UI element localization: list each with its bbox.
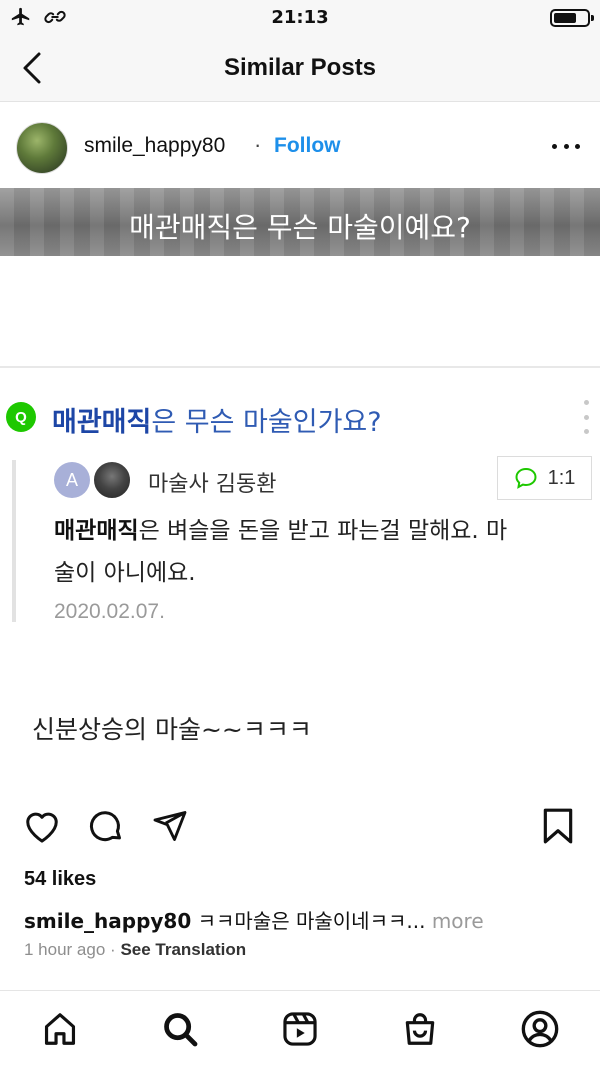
answer-text: 매관매직은 벼슬을 돈을 받고 파는걸 말해요. 마술이 아니에요. (54, 510, 594, 594)
answer-line2: 술이 아니에요. (54, 560, 196, 586)
answer-line1: 은 벼슬을 돈을 받고 파는걸 말해요. 마 (138, 518, 508, 544)
see-translation-link[interactable]: See Translation (120, 940, 246, 959)
avatar[interactable] (16, 122, 68, 174)
answer-keyword: 매관매직 (54, 518, 139, 544)
shop-icon[interactable] (400, 1009, 440, 1049)
time-ago: 1 hour ago (24, 940, 106, 959)
banner-text: 매관매직은 무슨 마술이예요? (129, 211, 471, 244)
question-badge: Q (6, 402, 36, 432)
status-time: 21:13 (271, 7, 329, 28)
page-title: Similar Posts (223, 54, 377, 81)
caption-text: ㅋㅋ마술은 마술이네ㅋㅋ... (197, 909, 426, 933)
image-caption: 신분상승의 마술~~ㅋㅋㅋ (32, 715, 312, 744)
divider (0, 366, 600, 368)
post-caption: smile_happy80 ㅋㅋ마술은 마술이네ㅋㅋ... more (24, 905, 484, 934)
home-icon[interactable] (40, 1009, 80, 1049)
chat-bubble-icon (515, 467, 537, 489)
follow-button[interactable]: Follow (274, 134, 341, 158)
comment-icon[interactable] (86, 806, 126, 846)
question-title: 매관매직은 무슨 마술인가요? (52, 400, 382, 439)
status-bar: 21:13 (0, 0, 600, 34)
post-header: smile_happy80 · Follow (0, 102, 600, 188)
more-options-icon[interactable] (552, 134, 580, 158)
answerer-name: 마술사 김동환 (148, 472, 277, 497)
search-icon[interactable] (160, 1009, 200, 1049)
image-banner: 매관매직은 무슨 마술이예요? (0, 188, 600, 256)
question-keyword: 매관매직 (52, 407, 152, 438)
kebab-icon (582, 400, 590, 434)
heart-icon[interactable] (22, 806, 62, 846)
answer-avatar-letter: A (54, 462, 90, 498)
battery-icon (550, 9, 594, 27)
question-rest: 은 무슨 마술인가요? (151, 407, 382, 438)
chat-chip: 1:1 (497, 456, 592, 500)
top-header: Similar Posts (0, 34, 600, 102)
bottom-nav (0, 990, 600, 1067)
profile-icon[interactable] (520, 1009, 560, 1049)
bookmark-icon[interactable] (538, 806, 578, 846)
post-username[interactable]: smile_happy80 (84, 134, 225, 158)
answerer-avatar (92, 460, 132, 500)
likes-count[interactable]: 54 likes (24, 868, 96, 891)
caption-username[interactable]: smile_happy80 (24, 909, 191, 933)
answer-date: 2020.02.07. (54, 600, 165, 623)
post-image[interactable]: 매관매직은 무슨 마술이예요? Q 매관매직은 무슨 마술인가요? A 마술사 … (0, 188, 600, 658)
chat-count: 1:1 (547, 466, 576, 489)
username-separator: · (254, 132, 262, 157)
answer-quote-bar (12, 460, 16, 622)
post-meta: 1 hour ago · See Translation (24, 940, 246, 960)
send-icon[interactable] (150, 806, 190, 846)
reels-icon[interactable] (280, 1009, 320, 1049)
meta-separator: · (110, 940, 116, 959)
more-link[interactable]: more (432, 909, 484, 933)
action-bar (0, 800, 600, 856)
